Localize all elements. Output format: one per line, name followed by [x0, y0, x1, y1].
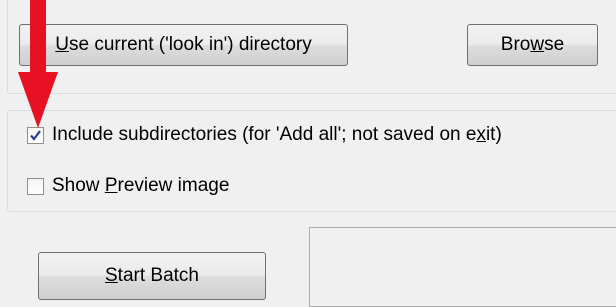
show-preview-checkbox[interactable] — [27, 177, 44, 195]
button-label-part: tart Batch — [117, 265, 199, 286]
label-part: review image — [117, 175, 230, 196]
preview-image-box — [309, 227, 616, 307]
button-label-part: se current ('look in') directory — [69, 34, 312, 55]
button-label-part: Bro — [500, 34, 531, 55]
show-preview-label: Show Preview image — [52, 175, 229, 197]
include-subdirectories-option[interactable]: Include subdirectories (for 'Add all'; n… — [27, 124, 502, 146]
label-accelerator: x — [476, 124, 486, 145]
red-arrow-annotation-icon — [18, 0, 58, 128]
button-label-part: se — [544, 34, 565, 55]
label-part: Show — [52, 175, 105, 196]
start-batch-button[interactable]: Start Batch — [38, 252, 266, 300]
label-accelerator: P — [104, 175, 118, 196]
check-mark-icon — [30, 129, 41, 141]
button-accelerator: S — [104, 265, 118, 286]
button-accelerator: w — [530, 34, 545, 55]
label-part: Include subdirectories (for 'Add all'; n… — [52, 124, 477, 145]
use-current-directory-button[interactable]: Use current ('look in') directory — [19, 24, 348, 66]
include-subdirectories-label: Include subdirectories (for 'Add all'; n… — [52, 124, 502, 146]
show-preview-option[interactable]: Show Preview image — [27, 175, 229, 197]
browse-button[interactable]: Bro w se — [467, 24, 598, 66]
label-part: it) — [485, 124, 502, 145]
